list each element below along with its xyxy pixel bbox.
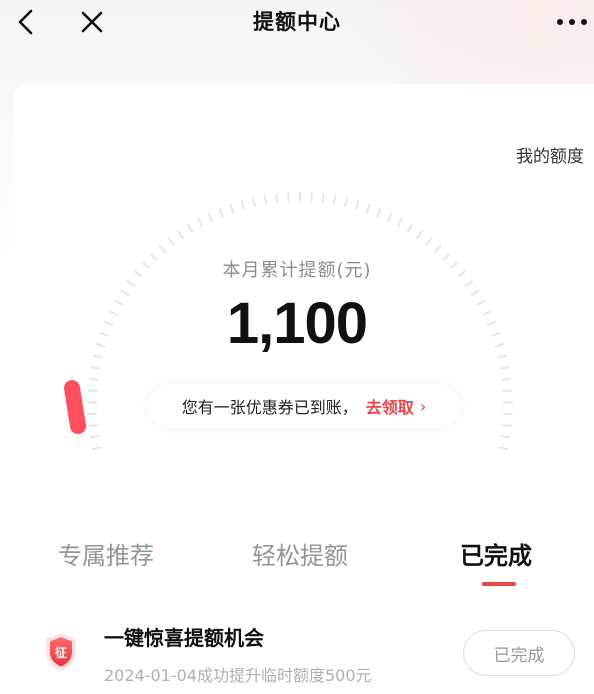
- tab-bar: 专属推荐 轻松提额 已完成: [0, 530, 594, 590]
- list-item: 征 一键惊喜提额机会 2024-01-04成功提升临时额度500元 已完成: [0, 610, 594, 694]
- gauge-value: 1,100: [226, 291, 368, 356]
- tab-easy-raise[interactable]: 轻松提额: [252, 536, 348, 571]
- tab-completed[interactable]: 已完成: [460, 536, 532, 571]
- more-button[interactable]: [550, 4, 594, 40]
- shield-badge-text: 征: [55, 645, 67, 660]
- credit-shield-icon: 征: [46, 633, 76, 671]
- more-horizontal-icon: [557, 19, 587, 25]
- nav-bar: 提额中心: [0, 0, 594, 44]
- page-title: 提额中心: [253, 10, 341, 34]
- gauge-label: 本月累计提额(元): [222, 260, 372, 281]
- item-description: 2024-01-04成功提升临时额度500元: [104, 666, 372, 685]
- my-quota-link[interactable]: 我的额度: [516, 142, 584, 167]
- chevron-right-icon: ›: [419, 396, 427, 416]
- item-title: 一键惊喜提额机会: [104, 626, 264, 650]
- coupon-claim-link[interactable]: 去领取: [366, 394, 414, 418]
- tab-active-indicator: [482, 582, 516, 586]
- tab-exclusive-recommend[interactable]: 专属推荐: [58, 536, 154, 571]
- completed-button[interactable]: 已完成: [463, 630, 575, 676]
- coupon-text: 您有一张优惠券已到账，: [181, 398, 358, 417]
- coupon-banner[interactable]: 您有一张优惠券已到账， 去领取 ›: [148, 384, 460, 428]
